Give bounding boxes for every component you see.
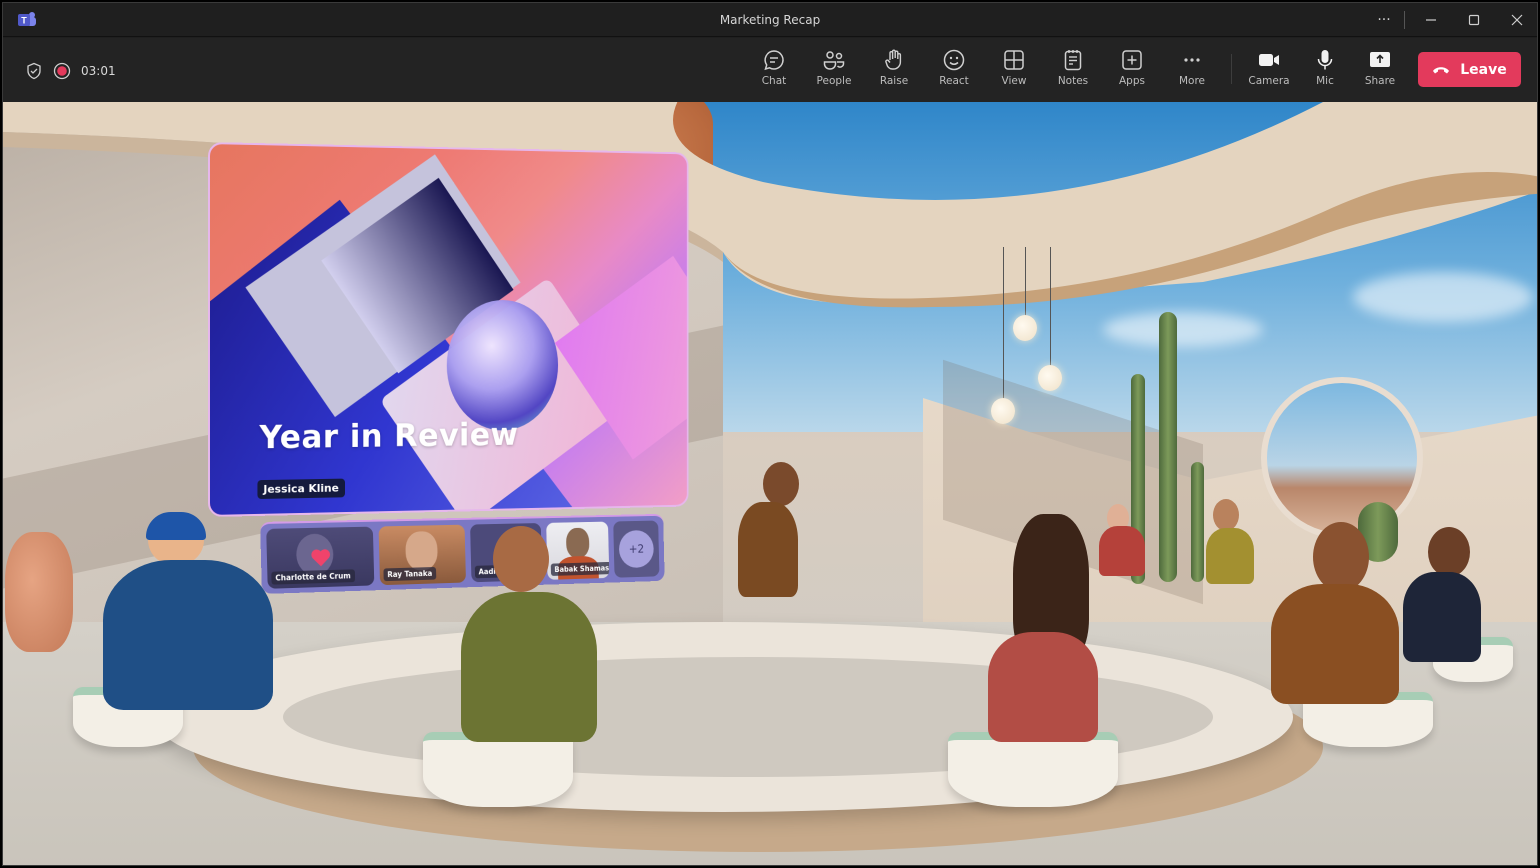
apps-button[interactable]: Apps xyxy=(1106,48,1158,94)
chat-button[interactable]: Chat xyxy=(748,48,800,94)
minimize-button[interactable] xyxy=(1416,8,1446,32)
participant-tile[interactable]: Ray Tanaka xyxy=(378,524,466,586)
pendant-lamp xyxy=(1038,365,1062,391)
lamp-wire xyxy=(1025,247,1026,317)
plus-square-icon xyxy=(1122,50,1142,70)
participant-avatar xyxy=(565,527,590,559)
avatar-head xyxy=(1428,527,1470,577)
maximize-icon xyxy=(1468,14,1480,26)
avatar-body xyxy=(103,560,273,710)
hang-up-icon xyxy=(1433,66,1450,73)
smile-icon xyxy=(943,49,965,71)
avatar-body xyxy=(988,632,1098,742)
more-participants-button[interactable]: +2 xyxy=(613,520,660,578)
presentation-screen[interactable]: Year in Review Jessica Kline xyxy=(208,142,689,517)
share-screen-icon xyxy=(1370,52,1390,67)
participant-name: Charlotte de Crum xyxy=(271,569,355,585)
participant-tile[interactable]: Babak Shamas xyxy=(546,521,610,580)
people-button[interactable]: People xyxy=(808,48,860,94)
people-icon xyxy=(823,51,845,70)
cactus xyxy=(1159,312,1177,582)
participant-name: Babak Shamas xyxy=(550,561,610,576)
raise-hand-button[interactable]: Raise xyxy=(868,48,920,94)
mic-label: Mic xyxy=(1316,75,1334,87)
avatar-head xyxy=(493,526,549,592)
slide-title: Year in Review xyxy=(259,415,519,457)
lamp-wire xyxy=(1003,247,1004,402)
title-divider xyxy=(1404,11,1405,29)
overflow-count: +2 xyxy=(618,529,655,569)
chat-icon xyxy=(764,50,784,71)
participant-name: Ray Tanaka xyxy=(383,566,437,582)
avatar-body xyxy=(1206,528,1254,584)
pendant-lamp xyxy=(1013,315,1037,341)
recording-icon[interactable] xyxy=(53,62,71,80)
title-bar: T Marketing Recap ··· xyxy=(3,3,1537,37)
chat-label: Chat xyxy=(761,75,787,87)
mic-button[interactable]: Mic xyxy=(1299,48,1351,94)
avatar-body xyxy=(1271,584,1399,704)
avatar-head xyxy=(1313,522,1369,592)
share-label: Share xyxy=(1364,75,1396,87)
presenter-name-tag: Jessica Kline xyxy=(257,478,345,500)
terracotta-vase xyxy=(5,532,73,652)
maximize-button[interactable] xyxy=(1459,8,1489,32)
window-more-button[interactable]: ··· xyxy=(1369,8,1399,32)
react-label: React xyxy=(939,75,969,87)
meeting-timer: 03:01 xyxy=(81,64,116,78)
slide-sphere xyxy=(446,299,559,432)
lamp-wire xyxy=(1050,247,1051,367)
chair xyxy=(423,732,573,807)
camera-label: Camera xyxy=(1248,75,1290,87)
view-button[interactable]: View xyxy=(988,48,1040,94)
teams-meeting-window: T Marketing Recap ··· 03:01 Chat People … xyxy=(2,2,1538,866)
share-button[interactable]: Share xyxy=(1354,48,1406,94)
grid-icon xyxy=(1004,50,1024,70)
avatar-head xyxy=(1213,499,1239,531)
cactus xyxy=(1191,462,1204,582)
close-icon xyxy=(1511,14,1523,26)
more-button[interactable]: More xyxy=(1166,48,1218,94)
microphone-icon xyxy=(1317,50,1333,70)
more-horizontal-icon: ··· xyxy=(1377,12,1391,28)
apps-label: Apps xyxy=(1119,75,1145,87)
meeting-toolbar: 03:01 Chat People Raise React View Notes xyxy=(3,38,1537,102)
shield-check-icon[interactable] xyxy=(25,62,43,80)
notes-label: Notes xyxy=(1057,75,1089,87)
leave-button[interactable]: Leave xyxy=(1418,52,1521,87)
heart-icon xyxy=(311,549,331,567)
window-title: Marketing Recap xyxy=(719,13,821,27)
chair xyxy=(948,732,1118,807)
avatar-body xyxy=(461,592,597,742)
raise-label: Raise xyxy=(879,75,909,87)
avatar-head xyxy=(763,462,799,506)
notes-icon xyxy=(1064,50,1082,71)
participant-gallery: Charlotte de Crum Ray Tanaka Aadi Babak … xyxy=(260,513,665,594)
hand-icon xyxy=(885,49,902,70)
avatar-body xyxy=(1099,526,1145,576)
participant-video xyxy=(405,531,438,571)
notes-button[interactable]: Notes xyxy=(1047,48,1099,94)
minimize-icon xyxy=(1426,19,1436,21)
participant-tile[interactable]: Charlotte de Crum xyxy=(266,526,375,589)
immersive-space-view[interactable]: Year in Review Jessica Kline Charlotte d… xyxy=(3,102,1537,865)
pendant-lamp xyxy=(991,398,1015,424)
avatar-body xyxy=(738,502,798,597)
avatar-body xyxy=(1403,572,1481,662)
video-camera-icon xyxy=(1259,54,1279,66)
more-label: More xyxy=(1178,75,1206,87)
react-button[interactable]: React xyxy=(928,48,980,94)
camera-button[interactable]: Camera xyxy=(1243,48,1295,94)
more-horizontal-icon xyxy=(1184,58,1200,62)
view-label: View xyxy=(1001,75,1027,87)
toolbar-divider xyxy=(1231,54,1232,84)
close-button[interactable] xyxy=(1502,8,1532,32)
people-label: People xyxy=(816,75,852,87)
meeting-status: 03:01 xyxy=(25,62,116,80)
leave-label: Leave xyxy=(1460,61,1507,78)
